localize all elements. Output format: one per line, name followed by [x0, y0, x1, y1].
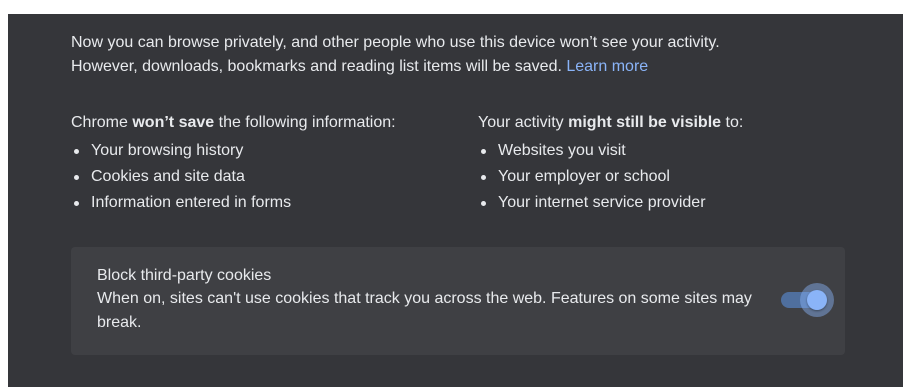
- still-visible-heading-suffix: to:: [721, 114, 744, 131]
- bullet-icon: [74, 200, 79, 206]
- block-cookies-toggle[interactable]: [779, 283, 834, 317]
- not-saved-column: Chrome won’t save the following informat…: [71, 110, 451, 216]
- intro-line-2: However, downloads, bookmarks and readin…: [71, 55, 871, 79]
- third-party-cookies-card: Block third-party cookies When on, sites…: [71, 247, 845, 355]
- still-visible-column: Your activity might still be visible to:…: [478, 110, 858, 216]
- list-item-text: Cookies and site data: [91, 168, 245, 185]
- incognito-intro: Now you can browse privately, and other …: [71, 31, 871, 79]
- bullet-icon: [74, 174, 79, 180]
- not-saved-heading: Chrome won’t save the following informat…: [71, 110, 451, 136]
- list-item: Your internet service provider: [478, 190, 858, 216]
- cookie-card-title: Block third-party cookies: [97, 267, 272, 284]
- learn-more-link[interactable]: Learn more: [566, 58, 648, 75]
- intro-line-2-text: However, downloads, bookmarks and readin…: [71, 58, 562, 75]
- still-visible-heading-bold: might still be visible: [568, 114, 722, 131]
- list-item-text: Your internet service provider: [498, 194, 706, 211]
- still-visible-list: Websites you visit Your employer or scho…: [478, 138, 858, 216]
- not-saved-list: Your browsing history Cookies and site d…: [71, 138, 451, 216]
- list-item: Your employer or school: [478, 164, 858, 190]
- intro-line-1: Now you can browse privately, and other …: [71, 34, 720, 51]
- not-saved-heading-suffix: the following information:: [214, 114, 396, 131]
- list-item: Websites you visit: [478, 138, 858, 164]
- toggle-knob: [807, 290, 827, 310]
- list-item-text: Your browsing history: [91, 142, 244, 159]
- list-item: Cookies and site data: [71, 164, 451, 190]
- list-item-text: Your employer or school: [498, 168, 670, 185]
- bullet-icon: [481, 174, 486, 180]
- bullet-icon: [74, 148, 79, 154]
- incognito-ntp-panel: Now you can browse privately, and other …: [8, 14, 903, 387]
- still-visible-heading-prefix: Your activity: [478, 114, 569, 131]
- not-saved-heading-prefix: Chrome: [71, 114, 133, 131]
- cookie-card-description: When on, sites can't use cookies that tr…: [97, 290, 752, 331]
- still-visible-heading: Your activity might still be visible to:: [478, 110, 858, 136]
- bullet-icon: [481, 148, 486, 154]
- list-item: Information entered in forms: [71, 190, 451, 216]
- list-item-text: Websites you visit: [498, 142, 626, 159]
- bullet-icon: [481, 200, 486, 206]
- list-item-text: Information entered in forms: [91, 194, 292, 211]
- list-item: Your browsing history: [71, 138, 451, 164]
- not-saved-heading-bold: won’t save: [132, 114, 215, 131]
